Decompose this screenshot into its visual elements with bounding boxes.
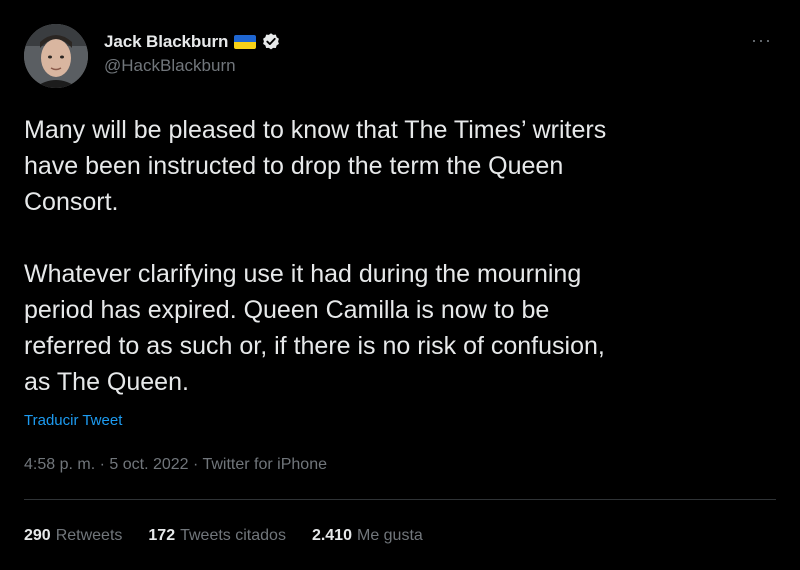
name-row: Jack Blackburn [104,30,281,54]
avatar-image [24,24,88,88]
more-options-icon[interactable]: ··· [751,30,772,51]
tweet-stats: 290 Retweets 172 Tweets citados 2.410 Me… [24,527,423,545]
ukraine-flag-icon [234,35,257,49]
quotes-label: Tweets citados [180,527,286,544]
handle[interactable]: @HackBlackburn [104,56,281,76]
tweet-meta: 4:58 p. m. · 5 oct. 2022 · Twitter for i… [24,456,327,474]
likes-count: 2.410 [311,527,352,544]
display-name[interactable]: Jack Blackburn [104,32,228,52]
retweets-count: 290 [24,527,51,544]
meta-separator: · [95,456,110,473]
retweets-stat[interactable]: 290 Retweets [24,527,122,545]
divider [24,499,776,500]
meta-separator: · [188,456,203,473]
retweets-label: Retweets [55,527,123,544]
translate-tweet-link[interactable]: Traducir Tweet [24,412,122,429]
verified-badge-icon [261,32,281,52]
tweet-date[interactable]: 5 oct. 2022 [109,456,188,473]
likes-stat[interactable]: 2.410 Me gusta [312,527,423,545]
author-identity: Jack Blackburn @HackBlackburn [104,30,281,76]
likes-label: Me gusta [356,527,423,544]
tweet-header: Jack Blackburn @HackBlackburn ··· [24,24,776,88]
tweet-time[interactable]: 4:58 p. m. [24,456,95,473]
tweet-card: Jack Blackburn @HackBlackburn ··· Many w… [2,2,798,568]
tweet-paragraph-2: Whatever clarifying use it had during th… [24,260,605,396]
tweet-source[interactable]: Twitter for iPhone [202,456,327,473]
quote-tweets-stat[interactable]: 172 Tweets citados [148,527,286,545]
tweet-paragraph-1: Many will be pleased to know that The Ti… [24,116,607,216]
avatar[interactable] [24,24,88,88]
tweet-text: Many will be pleased to know that The Ti… [24,112,764,400]
quotes-count: 172 [148,527,176,544]
